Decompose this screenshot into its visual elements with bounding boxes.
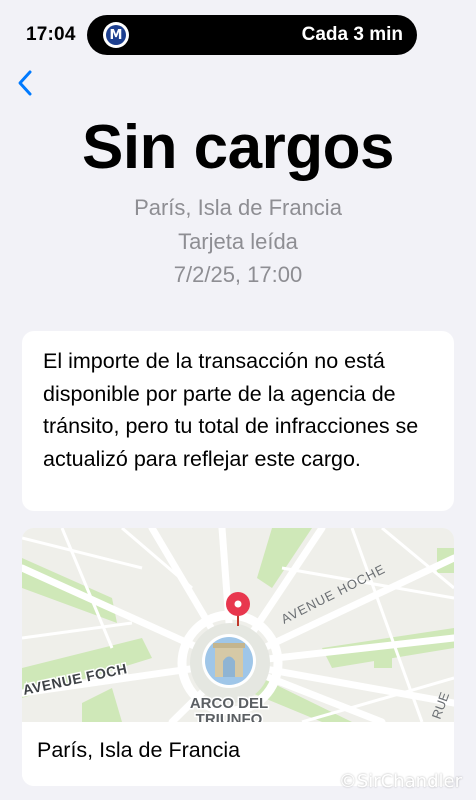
landmark-label-line1: ARCO DEL: [190, 695, 268, 712]
map-card[interactable]: AVENUE HOCHE AVENUE FOCH RUE ARCO DEL TR…: [22, 528, 454, 786]
map-graphic: AVENUE HOCHE AVENUE FOCH RUE ARCO DEL TR…: [22, 528, 454, 722]
header-status: Tarjeta leída: [178, 229, 298, 254]
landmark-label-line2: TRIUNFO: [196, 711, 263, 722]
back-button[interactable]: [10, 66, 40, 100]
metro-logo-icon: M: [103, 22, 129, 48]
chevron-left-icon: [18, 70, 32, 96]
map-view[interactable]: AVENUE HOCHE AVENUE FOCH RUE ARCO DEL TR…: [22, 528, 454, 722]
status-time: 17:04: [26, 24, 76, 45]
header-location: París, Isla de Francia: [134, 195, 342, 220]
arc-de-triomphe-icon[interactable]: [202, 634, 256, 688]
dynamic-island-live-activity[interactable]: M Cada 3 min: [87, 15, 417, 55]
header-datetime: 7/2/25, 17:00: [173, 262, 303, 287]
page-title: Sin cargos: [82, 113, 395, 182]
info-card-text: El importe de la transacción no está dis…: [43, 349, 419, 471]
metro-logo-letter: M: [106, 25, 126, 45]
watermark: ©SirChandler: [338, 771, 462, 792]
info-card: El importe de la transacción no está dis…: [22, 331, 454, 511]
status-bar: 17:04 M Cada 3 min: [0, 0, 476, 64]
live-activity-frequency: Cada 3 min: [301, 24, 403, 45]
map-location-label: París, Isla de Francia: [37, 738, 241, 762]
